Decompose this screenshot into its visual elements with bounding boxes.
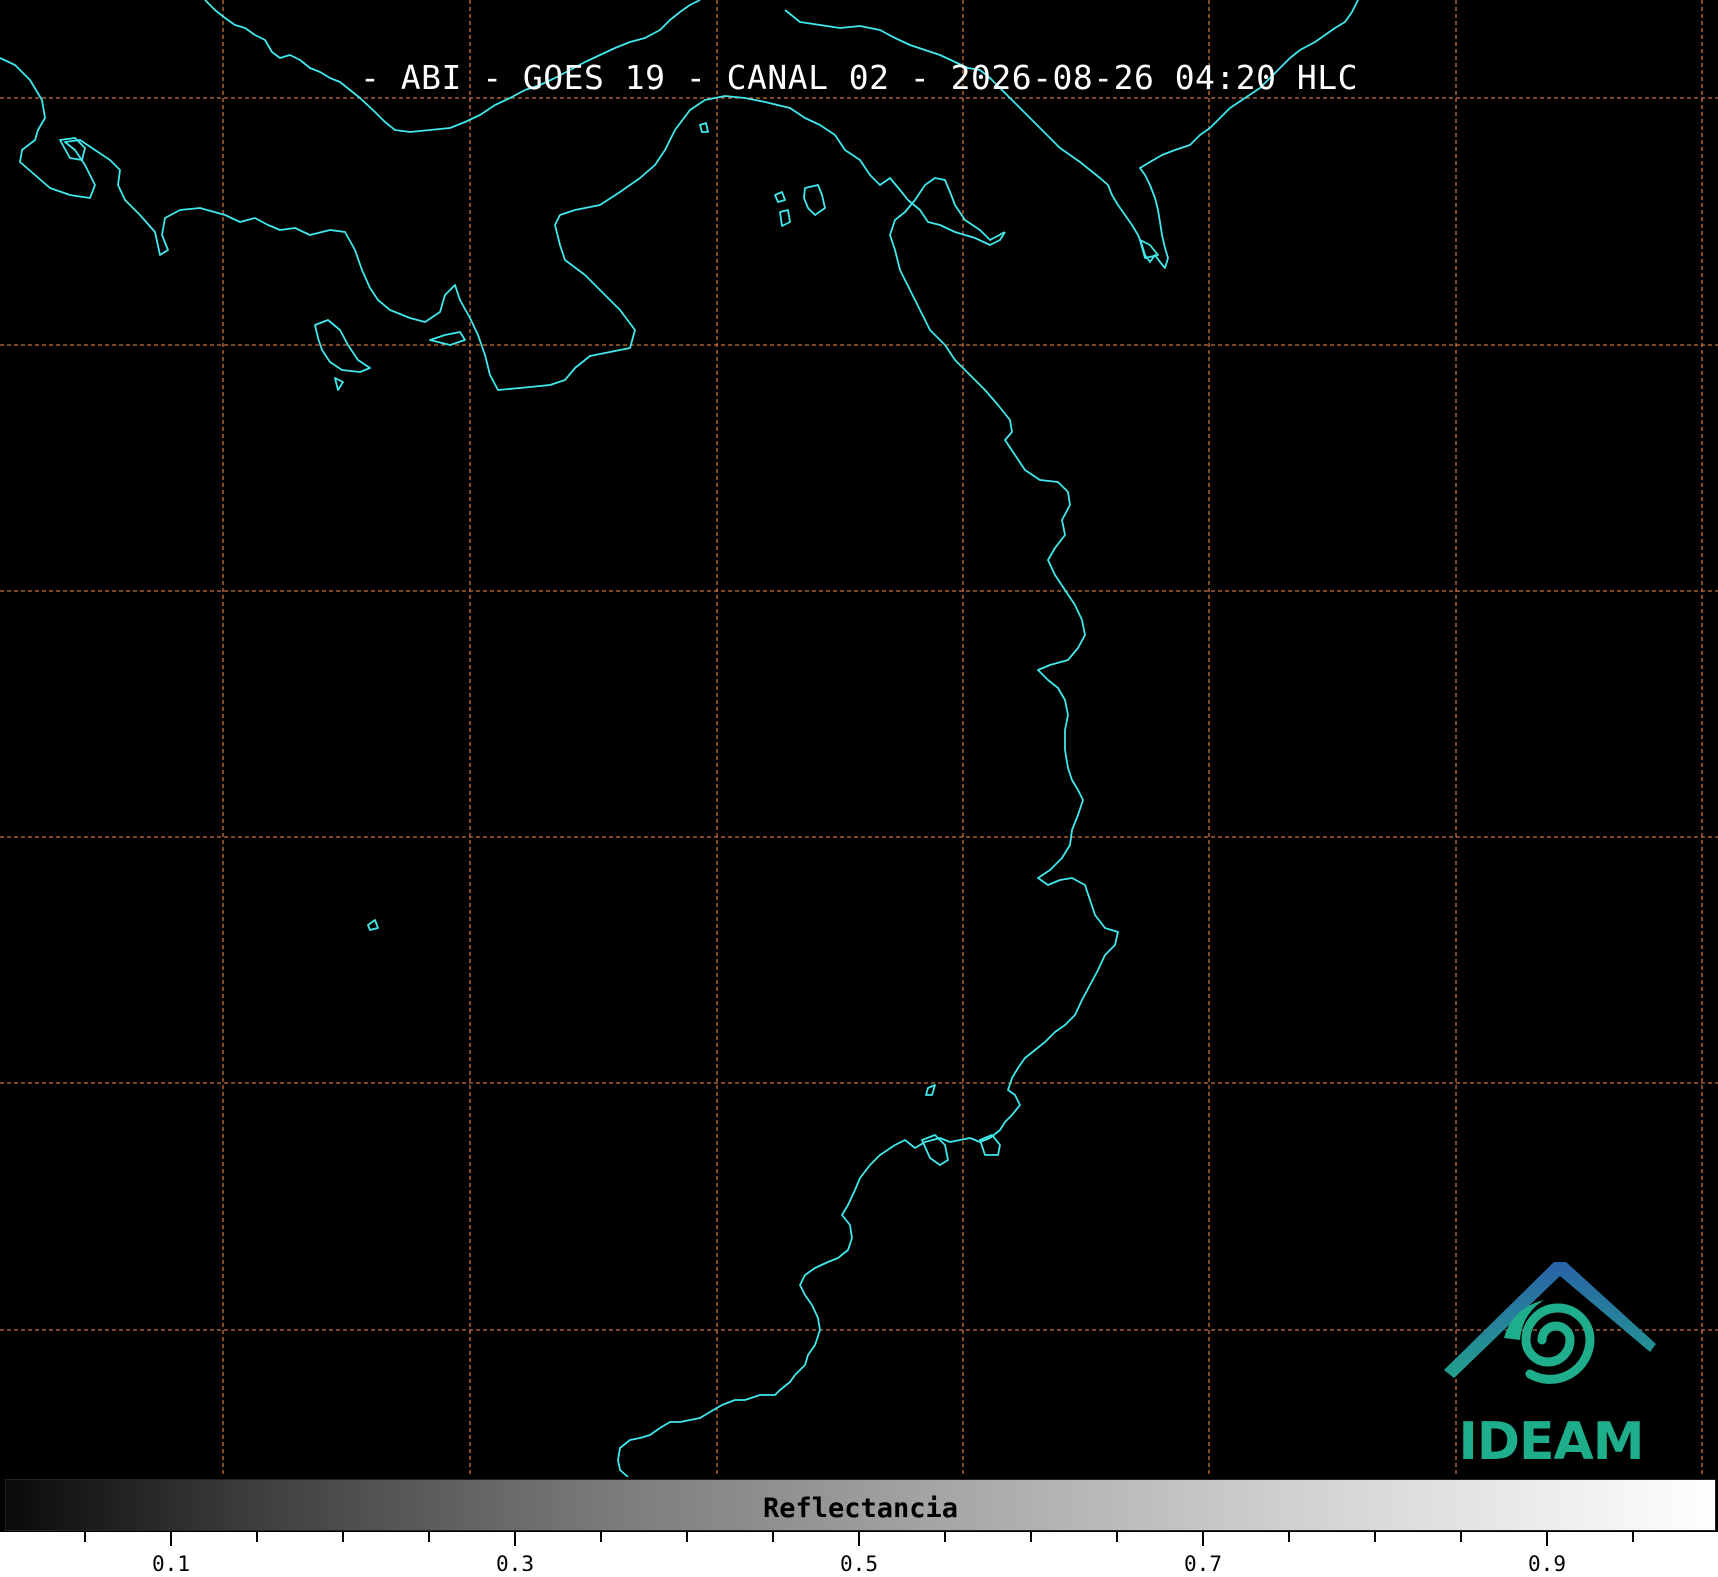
colorbar-minor-tick — [944, 1532, 946, 1542]
colorbar-tick-label: 0.5 — [840, 1552, 878, 1576]
map-title: - ABI - GOES 19 - CANAL 02 - 2026-08-26 … — [359, 58, 1359, 97]
colorbar-minor-tick — [1374, 1532, 1376, 1542]
ideam-spiral-mountain-logo-icon — [1444, 1262, 1656, 1384]
colorbar-minor-tick — [342, 1532, 344, 1542]
colorbar-minor-tick — [256, 1532, 258, 1542]
logo-text: IDEAM — [1458, 1412, 1644, 1472]
colorbar-major-tick — [1546, 1532, 1548, 1546]
colorbar-minor-tick — [600, 1532, 602, 1542]
colorbar-tick-label: 0.3 — [496, 1552, 534, 1576]
colorbar-minor-tick — [686, 1532, 688, 1542]
satellite-map: - ABI - GOES 19 - CANAL 02 - 2026-08-26 … — [0, 0, 1718, 1477]
colorbar-minor-tick — [1030, 1532, 1032, 1542]
coastline-central-america — [0, 57, 1006, 391]
ideam-logo: IDEAM — [1436, 1252, 1666, 1472]
colorbar-tick-label: 0.7 — [1184, 1552, 1222, 1576]
colorbar-minor-tick — [1288, 1532, 1290, 1542]
island — [779, 209, 791, 227]
colorbar-axis: 0.1 0.3 0.5 0.7 0.9 — [0, 1532, 1718, 1577]
island — [774, 191, 786, 203]
colorbar-minor-tick — [772, 1532, 774, 1542]
colorbar-minor-tick — [1632, 1532, 1634, 1542]
coastline — [0, 0, 1359, 1477]
island — [699, 122, 709, 133]
colorbar-tick-label: 0.9 — [1528, 1552, 1566, 1576]
island — [429, 331, 466, 346]
island — [925, 1084, 936, 1096]
colorbar-major-tick — [1202, 1532, 1204, 1546]
island — [367, 919, 379, 931]
island — [334, 377, 344, 391]
coastline-northeast — [784, 0, 1359, 269]
colorbar-major-tick — [514, 1532, 516, 1546]
colorbar-minor-tick — [1460, 1532, 1462, 1542]
colorbar-major-tick — [170, 1532, 172, 1546]
island — [314, 319, 371, 373]
island — [803, 184, 826, 216]
colorbar-major-tick — [858, 1532, 860, 1546]
colorbar-label: Reflectancia — [762, 1493, 959, 1524]
colorbar: Reflectancia — [5, 1479, 1716, 1531]
colorbar-minor-tick — [1116, 1532, 1118, 1542]
colorbar-minor-tick — [428, 1532, 430, 1542]
colorbar-minor-tick — [84, 1532, 86, 1542]
colorbar-tick-label: 0.1 — [152, 1552, 190, 1576]
coastline-gulf-panama — [617, 177, 1119, 1477]
island — [1139, 239, 1159, 259]
